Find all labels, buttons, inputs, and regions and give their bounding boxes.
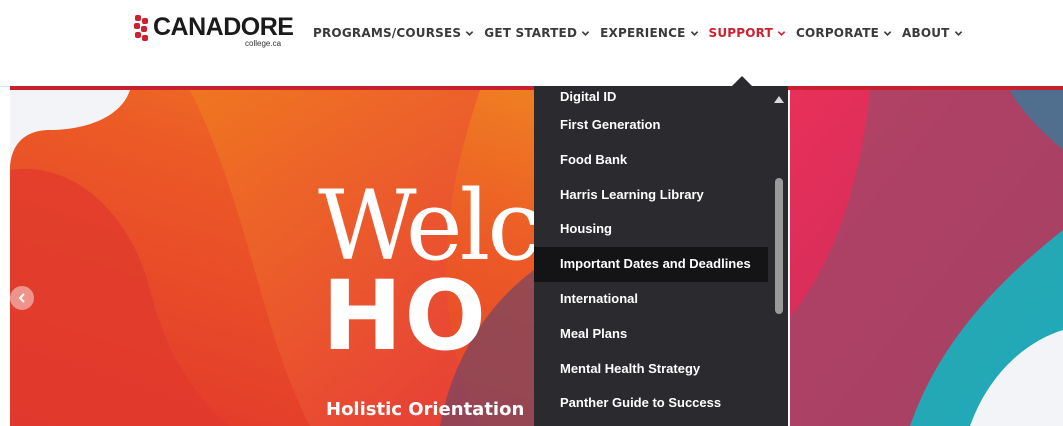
nav-experience[interactable]: EXPERIENCE [600,24,698,42]
menu-item-food-bank[interactable]: Food Bank [534,143,768,178]
scrollbar-thumb[interactable] [775,178,783,314]
menu-scrollbar[interactable] [770,86,788,426]
chevron-down-icon [954,30,962,36]
chevron-down-icon [777,30,786,36]
nav-support[interactable]: SUPPORT [709,24,786,42]
chevron-down-icon [883,30,892,36]
chevron-down-icon [466,30,474,36]
menu-item-meal-plans[interactable]: Meal Plans [534,317,768,352]
hero-subheadline: Holistic Orientation [326,399,525,420]
menu-item-important-dates[interactable]: Important Dates and Deadlines [534,247,768,282]
nav-get-started[interactable]: GET STARTED [484,24,590,42]
nav-label: GET STARTED [484,26,578,40]
chevron-down-icon [690,30,698,36]
nav-label: SUPPORT [708,26,773,40]
hero-headline-ho: HO [322,260,488,372]
menu-item-panther-guide[interactable]: Panther Guide to Success [534,386,768,421]
nav-label: CORPORATE [795,26,879,40]
logo-subtext: college.ca [245,39,282,48]
canadore-logo[interactable]: CANADORE college.ca [133,11,294,51]
chevron-left-icon [18,293,25,303]
panel-gap [788,90,790,426]
menu-item-digital-id[interactable]: Digital ID [534,86,768,108]
nav-label: PROGRAMS/COURSES [313,26,462,40]
chevron-down-icon [581,30,590,36]
support-dropdown-menu: Digital ID First Generation Food Bank Ha… [534,86,788,426]
carousel-prev-button[interactable] [10,286,34,310]
nav-label: EXPERIENCE [600,26,686,40]
nav-corporate[interactable]: CORPORATE [796,24,892,42]
main-nav: PROGRAMS/COURSES GET STARTED EXPERIENCE … [313,24,973,42]
menu-item-first-generation[interactable]: First Generation [534,108,768,143]
site-header: CANADORE college.ca PROGRAMS/COURSES GET… [0,0,1063,87]
dropdown-pointer [732,76,752,86]
menu-item-international[interactable]: International [534,282,768,317]
canadore-mark-icon [134,15,148,41]
menu-item-harris-learning-library[interactable]: Harris Learning Library [534,178,768,213]
nav-about[interactable]: ABOUT [902,24,963,42]
support-menu-list: Digital ID First Generation Food Bank Ha… [534,86,768,421]
menu-item-mental-health-strategy[interactable]: Mental Health Strategy [534,352,768,387]
browser-viewport: CANADORE college.ca PROGRAMS/COURSES GET… [0,0,1063,426]
nav-programs-courses[interactable]: PROGRAMS/COURSES [313,24,474,42]
scroll-up-arrow-icon[interactable] [774,96,784,103]
nav-label: ABOUT [902,26,950,40]
menu-item-housing[interactable]: Housing [534,212,768,247]
